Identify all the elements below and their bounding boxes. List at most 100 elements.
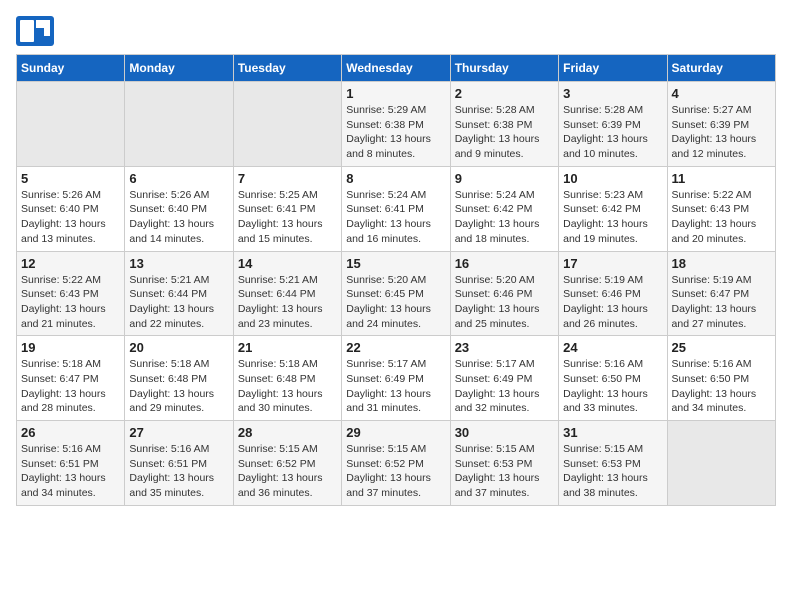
day-info: Sunrise: 5:15 AM Sunset: 6:52 PM Dayligh… (346, 442, 445, 501)
table-cell: 21 Sunrise: 5:18 AM Sunset: 6:48 PM Dayli… (233, 336, 341, 421)
table-cell: 12 Sunrise: 5:22 AM Sunset: 6:43 PM Dayli… (17, 251, 125, 336)
table-cell (233, 82, 341, 167)
day-number: 1 (346, 86, 445, 101)
table-cell: 27 Sunrise: 5:16 AM Sunset: 6:51 PM Dayli… (125, 421, 233, 506)
day-number: 17 (563, 256, 662, 271)
table-cell: 4 Sunrise: 5:27 AM Sunset: 6:39 PM Daylig… (667, 82, 775, 167)
day-number: 11 (672, 171, 771, 186)
day-info: Sunrise: 5:25 AM Sunset: 6:41 PM Dayligh… (238, 188, 337, 247)
table-cell: 10 Sunrise: 5:23 AM Sunset: 6:42 PM Dayli… (559, 166, 667, 251)
day-info: Sunrise: 5:24 AM Sunset: 6:41 PM Dayligh… (346, 188, 445, 247)
weekday-header-thursday: Thursday (450, 55, 558, 82)
table-cell: 24 Sunrise: 5:16 AM Sunset: 6:50 PM Dayli… (559, 336, 667, 421)
day-number: 30 (455, 425, 554, 440)
day-info: Sunrise: 5:16 AM Sunset: 6:50 PM Dayligh… (563, 357, 662, 416)
table-cell: 11 Sunrise: 5:22 AM Sunset: 6:43 PM Dayli… (667, 166, 775, 251)
table-cell (125, 82, 233, 167)
day-number: 3 (563, 86, 662, 101)
day-number: 6 (129, 171, 228, 186)
day-info: Sunrise: 5:16 AM Sunset: 6:51 PM Dayligh… (129, 442, 228, 501)
week-row-5: 26Sunrise: 5:16 AM Sunset: 6:51 PM Dayli… (17, 421, 776, 506)
table-cell: 5 Sunrise: 5:26 AM Sunset: 6:40 PM Daylig… (17, 166, 125, 251)
day-number: 16 (455, 256, 554, 271)
day-number: 21 (238, 340, 337, 355)
day-number: 28 (238, 425, 337, 440)
day-number: 7 (238, 171, 337, 186)
day-info: Sunrise: 5:16 AM Sunset: 6:51 PM Dayligh… (21, 442, 120, 501)
week-row-1: 1Sunrise: 5:29 AM Sunset: 6:38 PM Daylig… (17, 82, 776, 167)
day-info: Sunrise: 5:17 AM Sunset: 6:49 PM Dayligh… (455, 357, 554, 416)
logo-icon (16, 16, 54, 46)
day-info: Sunrise: 5:18 AM Sunset: 6:48 PM Dayligh… (129, 357, 228, 416)
table-cell (667, 421, 775, 506)
table-cell: 8 Sunrise: 5:24 AM Sunset: 6:41 PM Daylig… (342, 166, 450, 251)
table-cell: 31 Sunrise: 5:15 AM Sunset: 6:53 PM Dayli… (559, 421, 667, 506)
day-info: Sunrise: 5:18 AM Sunset: 6:48 PM Dayligh… (238, 357, 337, 416)
table-cell (17, 82, 125, 167)
day-info: Sunrise: 5:15 AM Sunset: 6:53 PM Dayligh… (563, 442, 662, 501)
day-number: 5 (21, 171, 120, 186)
day-info: Sunrise: 5:22 AM Sunset: 6:43 PM Dayligh… (672, 188, 771, 247)
day-number: 10 (563, 171, 662, 186)
table-cell: 16 Sunrise: 5:20 AM Sunset: 6:46 PM Dayli… (450, 251, 558, 336)
day-number: 25 (672, 340, 771, 355)
weekday-header-sunday: Sunday (17, 55, 125, 82)
weekday-header-tuesday: Tuesday (233, 55, 341, 82)
table-cell: 23Sunrise: 5:17 AM Sunset: 6:49 PM Dayli… (450, 336, 558, 421)
table-cell: 7 Sunrise: 5:25 AM Sunset: 6:41 PM Daylig… (233, 166, 341, 251)
day-info: Sunrise: 5:27 AM Sunset: 6:39 PM Dayligh… (672, 103, 771, 162)
day-info: Sunrise: 5:28 AM Sunset: 6:38 PM Dayligh… (455, 103, 554, 162)
table-cell: 1Sunrise: 5:29 AM Sunset: 6:38 PM Daylig… (342, 82, 450, 167)
table-cell: 30 Sunrise: 5:15 AM Sunset: 6:53 PM Dayli… (450, 421, 558, 506)
day-number: 22 (346, 340, 445, 355)
week-row-3: 12 Sunrise: 5:22 AM Sunset: 6:43 PM Dayli… (17, 251, 776, 336)
table-cell: 29 Sunrise: 5:15 AM Sunset: 6:52 PM Dayli… (342, 421, 450, 506)
day-info: Sunrise: 5:21 AM Sunset: 6:44 PM Dayligh… (129, 273, 228, 332)
day-info: Sunrise: 5:19 AM Sunset: 6:47 PM Dayligh… (672, 273, 771, 332)
calendar-header: SundayMondayTuesdayWednesdayThursdayFrid… (17, 55, 776, 82)
week-row-4: 19Sunrise: 5:18 AM Sunset: 6:47 PM Dayli… (17, 336, 776, 421)
day-info: Sunrise: 5:18 AM Sunset: 6:47 PM Dayligh… (21, 357, 120, 416)
table-cell: 6Sunrise: 5:26 AM Sunset: 6:40 PM Daylig… (125, 166, 233, 251)
table-cell: 14 Sunrise: 5:21 AM Sunset: 6:44 PM Dayli… (233, 251, 341, 336)
day-info: Sunrise: 5:28 AM Sunset: 6:39 PM Dayligh… (563, 103, 662, 162)
day-info: Sunrise: 5:26 AM Sunset: 6:40 PM Dayligh… (21, 188, 120, 247)
day-info: Sunrise: 5:24 AM Sunset: 6:42 PM Dayligh… (455, 188, 554, 247)
day-number: 2 (455, 86, 554, 101)
table-cell: 17 Sunrise: 5:19 AM Sunset: 6:46 PM Dayli… (559, 251, 667, 336)
table-cell: 25 Sunrise: 5:16 AM Sunset: 6:50 PM Dayli… (667, 336, 775, 421)
day-number: 12 (21, 256, 120, 271)
table-cell: 22 Sunrise: 5:17 AM Sunset: 6:49 PM Dayli… (342, 336, 450, 421)
weekday-header-row: SundayMondayTuesdayWednesdayThursdayFrid… (17, 55, 776, 82)
day-number: 29 (346, 425, 445, 440)
day-number: 18 (672, 256, 771, 271)
day-info: Sunrise: 5:21 AM Sunset: 6:44 PM Dayligh… (238, 273, 337, 332)
weekday-header-friday: Friday (559, 55, 667, 82)
day-number: 4 (672, 86, 771, 101)
table-cell: 2 Sunrise: 5:28 AM Sunset: 6:38 PM Daylig… (450, 82, 558, 167)
day-info: Sunrise: 5:17 AM Sunset: 6:49 PM Dayligh… (346, 357, 445, 416)
day-info: Sunrise: 5:16 AM Sunset: 6:50 PM Dayligh… (672, 357, 771, 416)
table-cell: 28Sunrise: 5:15 AM Sunset: 6:52 PM Dayli… (233, 421, 341, 506)
day-number: 24 (563, 340, 662, 355)
table-cell: 19Sunrise: 5:18 AM Sunset: 6:47 PM Dayli… (17, 336, 125, 421)
logo (16, 16, 58, 46)
day-number: 20 (129, 340, 228, 355)
day-info: Sunrise: 5:20 AM Sunset: 6:46 PM Dayligh… (455, 273, 554, 332)
calendar-table: SundayMondayTuesdayWednesdayThursdayFrid… (16, 54, 776, 506)
day-info: Sunrise: 5:15 AM Sunset: 6:53 PM Dayligh… (455, 442, 554, 501)
day-number: 14 (238, 256, 337, 271)
day-number: 13 (129, 256, 228, 271)
weekday-header-wednesday: Wednesday (342, 55, 450, 82)
day-info: Sunrise: 5:20 AM Sunset: 6:45 PM Dayligh… (346, 273, 445, 332)
table-cell: 15Sunrise: 5:20 AM Sunset: 6:45 PM Dayli… (342, 251, 450, 336)
table-cell: 26Sunrise: 5:16 AM Sunset: 6:51 PM Dayli… (17, 421, 125, 506)
day-number: 27 (129, 425, 228, 440)
day-number: 9 (455, 171, 554, 186)
table-cell: 20 Sunrise: 5:18 AM Sunset: 6:48 PM Dayli… (125, 336, 233, 421)
day-number: 31 (563, 425, 662, 440)
day-info: Sunrise: 5:23 AM Sunset: 6:42 PM Dayligh… (563, 188, 662, 247)
day-number: 8 (346, 171, 445, 186)
day-info: Sunrise: 5:19 AM Sunset: 6:46 PM Dayligh… (563, 273, 662, 332)
day-info: Sunrise: 5:22 AM Sunset: 6:43 PM Dayligh… (21, 273, 120, 332)
